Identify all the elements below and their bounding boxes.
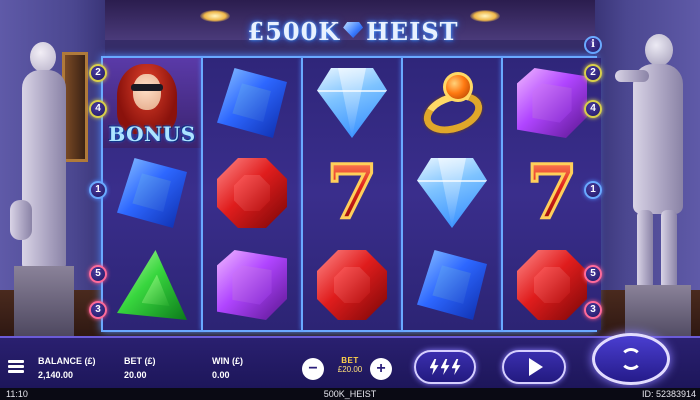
balance-label: BALANCE (£) [38, 356, 96, 366]
reel-cell [103, 148, 201, 238]
lightning-icon [429, 359, 439, 375]
win-label: WIN (£) [212, 356, 243, 366]
green-gem-symbol [117, 250, 187, 320]
reel-cell [203, 148, 301, 238]
bet-value: 20.00 [124, 370, 147, 380]
reel-1: BONUS [103, 58, 201, 330]
reel-cell [403, 240, 501, 330]
red-gem-symbol [217, 158, 287, 228]
play-icon [529, 358, 543, 376]
reel-2 [203, 58, 301, 330]
bet-display: BET (£) 20.00 [124, 356, 156, 380]
blue-gem-symbol [417, 250, 487, 320]
bet-selector: BET £20.00 [328, 356, 372, 374]
blue-gem-symbol [217, 68, 287, 138]
game-name: 500K_HEIST [323, 389, 377, 399]
seven-symbol: 7 7 [317, 155, 387, 232]
reel-cell: 7 7 [303, 148, 401, 238]
payline-marker-left[interactable]: 4 [89, 100, 107, 118]
right-statue [615, 30, 695, 340]
payline-marker-left[interactable]: 5 [89, 265, 107, 283]
bet-decrease-button[interactable]: − [302, 358, 324, 380]
payline-marker-right[interactable]: 1 [584, 181, 602, 199]
logo-text-right: HEIST [366, 17, 459, 46]
logo-text-left: £500K [247, 17, 341, 46]
reel-cell [303, 58, 401, 148]
blue-gem-symbol [117, 158, 187, 228]
red-gem-symbol [317, 250, 387, 320]
gold-ring-symbol [417, 68, 488, 141]
game-logo: £500K HEIST [240, 17, 466, 47]
ceiling-lamp [470, 10, 500, 22]
spin-button[interactable] [592, 333, 670, 385]
diamond-icon [343, 22, 364, 38]
spin-arrows-icon [620, 348, 642, 370]
turbo-button[interactable] [414, 350, 476, 384]
bet-increase-button[interactable]: + [370, 358, 392, 380]
win-value: 0.00 [212, 370, 230, 380]
reel-3: 7 7 [303, 58, 401, 330]
purple-gem-symbol [517, 68, 587, 138]
payline-marker-left[interactable]: 1 [89, 181, 107, 199]
info-button[interactable]: i [584, 36, 602, 54]
win-display: WIN (£) 0.00 [212, 356, 243, 380]
bet-label: BET (£) [124, 356, 156, 366]
payline-marker-right[interactable]: 2 [584, 64, 602, 82]
balance-value: 2,140.00 [38, 370, 74, 380]
red-gem-symbol [517, 250, 587, 320]
ceiling-lamp [200, 10, 230, 22]
reel-cell [403, 148, 501, 238]
lightning-icon [440, 359, 450, 375]
payline-marker-left[interactable]: 2 [89, 64, 107, 82]
reel-cell [203, 58, 301, 148]
bonus-symbol: BONUS [103, 58, 201, 148]
bet-selector-value: £20.00 [337, 365, 363, 374]
menu-icon[interactable] [8, 360, 24, 374]
left-statue [8, 40, 78, 340]
diamond-symbol [317, 68, 387, 138]
reel-cell [303, 240, 401, 330]
lightning-icon [451, 359, 461, 375]
reel-cell [203, 240, 301, 330]
payline-marker-left[interactable]: 3 [89, 301, 107, 319]
reel-cell [403, 58, 501, 148]
autoplay-button[interactable] [502, 350, 566, 384]
payline-marker-right[interactable]: 3 [584, 301, 602, 319]
reel-cell: BONUS [103, 58, 201, 148]
reel-grid: BONUS 7 7 7 7 [101, 56, 601, 332]
reel-4 [403, 58, 501, 330]
payline-marker-right[interactable]: 4 [584, 100, 602, 118]
diamond-symbol [417, 158, 487, 228]
seven-symbol: 7 7 [517, 155, 587, 232]
payline-marker-right[interactable]: 5 [584, 265, 602, 283]
bet-selector-title: BET [341, 356, 359, 365]
status-bar: 11:10 500K_HEIST ID: 52383914 [0, 388, 700, 400]
bonus-label: BONUS [108, 122, 196, 146]
game-id: ID: 52383914 [641, 389, 696, 399]
purple-gem-symbol [217, 250, 287, 320]
balance-display: BALANCE (£) 2,140.00 [38, 356, 96, 380]
reel-cell [103, 240, 201, 330]
